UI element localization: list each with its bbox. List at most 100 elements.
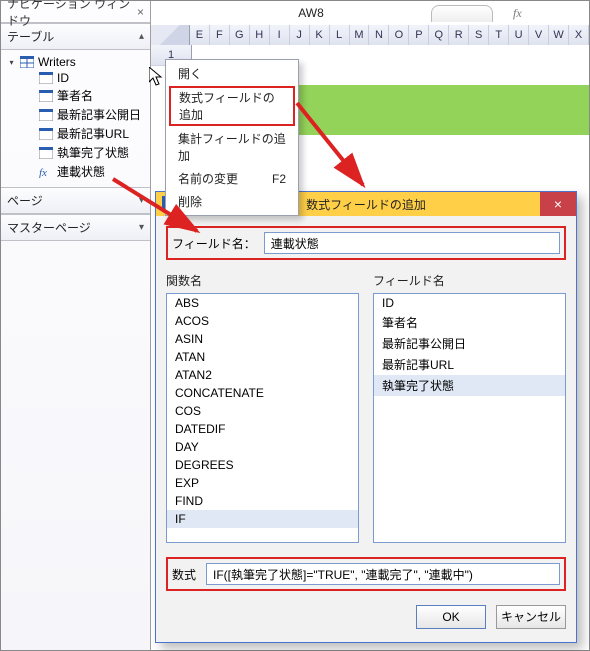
chevron-down-icon: ▾ [139,222,144,233]
col-header[interactable]: M [350,25,370,45]
list-item[interactable]: DAY [167,438,358,456]
formula-bar-tab [431,5,493,22]
col-header[interactable]: Q [429,25,449,45]
col-header[interactable]: F [210,25,230,45]
field-icon [39,147,53,159]
tree-field-url[interactable]: 最新記事URL [5,124,150,143]
col-header[interactable]: J [290,25,310,45]
field-list-col: フィールド名 ID 筆者名 最新記事公開日 最新記事URL 執筆完了状態 [373,272,566,543]
section-pages-label: ページ [7,192,43,209]
dialog-close-button[interactable]: × [540,192,576,216]
list-item[interactable]: CONCATENATE [167,384,358,402]
section-pages[interactable]: ページ ▾ [1,187,150,214]
ctx-add-formula-field[interactable]: 数式フィールドの追加 [169,86,295,126]
tree-field-done[interactable]: 執筆完了状態 [5,143,150,162]
svg-text:fx: fx [39,167,47,178]
nav-panel-title-bar: ナビゲーション ウィンドウ × [1,1,150,23]
ctx-add-aggregate-field[interactable]: 集計フィールドの追加 [168,127,296,167]
dialog-body: フィールド名： 関数名 ABS ACOS ASIN ATAN ATAN2 CON… [156,216,576,642]
section-tables-label: テーブル [7,28,54,45]
col-header[interactable]: G [230,25,250,45]
cancel-button[interactable]: キャンセル [496,605,566,629]
field-name-input[interactable] [264,232,560,254]
ctx-open[interactable]: 開く [168,62,296,85]
ok-button[interactable]: OK [416,605,486,629]
col-header[interactable]: N [369,25,389,45]
tree-field-author[interactable]: 筆者名 [5,86,150,105]
ctx-rename[interactable]: 名前の変更 F2 [168,167,296,190]
col-header[interactable]: T [489,25,509,45]
fx-icon[interactable]: fx [513,6,522,21]
table-icon [20,56,34,68]
list-item[interactable]: IF [167,510,358,528]
ctx-delete[interactable]: 削除 [168,190,296,213]
list-item[interactable]: ATAN2 [167,366,358,384]
chevron-up-icon: ▴ [139,31,144,42]
list-item[interactable]: DEGREES [167,456,358,474]
col-header[interactable]: E [190,25,210,45]
tree-field-pubdate[interactable]: 最新記事公開日 [5,105,150,124]
tree-field-id[interactable]: ID [5,70,150,86]
chevron-down-icon: ▾ [139,195,144,206]
list-item[interactable]: DATEDIF [167,420,358,438]
ctx-item-shortcut: F2 [272,172,286,186]
tables-tree: ▾ Writers ID 筆者名 [1,50,150,187]
dialog-title: 数式フィールドの追加 [306,196,426,213]
col-header[interactable]: R [449,25,469,45]
col-header[interactable]: O [389,25,409,45]
col-header[interactable]: K [310,25,330,45]
ctx-item-label: 開く [178,65,202,82]
list-item[interactable]: ID [374,294,565,312]
section-master[interactable]: マスターページ ▾ [1,214,150,241]
tree-field-label: 最新記事公開日 [57,106,141,123]
col-header[interactable]: I [270,25,290,45]
add-formula-field-dialog: 数式フィールドの追加 × フィールド名： 関数名 ABS ACOS ASIN A… [155,191,577,643]
list-item[interactable]: 筆者名 [374,312,565,333]
nav-panel-close-icon[interactable]: × [137,5,144,19]
formula-input[interactable] [206,563,560,585]
tree-node-writers[interactable]: ▾ Writers [5,54,150,70]
list-item[interactable]: COS [167,402,358,420]
navigation-panel: ナビゲーション ウィンドウ × テーブル ▴ ▾ Writers ID [1,1,151,650]
formula-row: 数式 [166,557,566,591]
col-header[interactable]: P [409,25,429,45]
tree-field-label: ID [57,71,69,85]
function-list[interactable]: ABS ACOS ASIN ATAN ATAN2 CONCATENATE COS… [166,293,359,543]
list-item[interactable]: FIND [167,492,358,510]
list-item[interactable]: 執筆完了状態 [374,375,565,396]
list-item[interactable]: ACOS [167,312,358,330]
field-list[interactable]: ID 筆者名 最新記事公開日 最新記事URL 執筆完了状態 [373,293,566,543]
field-icon [39,128,53,140]
col-header[interactable]: V [529,25,549,45]
list-item[interactable]: EXP [167,474,358,492]
field-icon [39,90,53,102]
col-header[interactable]: L [330,25,350,45]
list-item[interactable]: ABS [167,294,358,312]
formula-bar: AW8 fx [151,1,589,26]
select-all-corner[interactable] [151,25,190,45]
list-item[interactable]: ASIN [167,330,358,348]
formula-label: 数式 [172,566,196,583]
list-item[interactable]: 最新記事URL [374,354,565,375]
list-item[interactable]: 最新記事公開日 [374,333,565,354]
col-header[interactable]: U [509,25,529,45]
field-list-label: フィールド名 [373,272,566,289]
col-header[interactable]: X [569,25,589,45]
tree-field-formula[interactable]: fx 連載状態 [5,162,150,181]
ctx-item-label: 数式フィールドの追加 [179,89,285,123]
tree-field-label: 筆者名 [57,87,93,104]
tree-collapse-icon[interactable]: ▾ [7,58,16,67]
tree-field-label: 連載状態 [57,163,105,180]
lists-row: 関数名 ABS ACOS ASIN ATAN ATAN2 CONCATENATE… [166,272,566,543]
col-header[interactable]: H [250,25,270,45]
function-list-col: 関数名 ABS ACOS ASIN ATAN ATAN2 CONCATENATE… [166,272,359,543]
list-item[interactable]: ATAN [167,348,358,366]
mouse-cursor-icon [149,67,165,90]
fx-icon: fx [39,166,53,178]
col-header[interactable]: W [549,25,569,45]
field-name-row: フィールド名： [166,226,566,260]
field-name-label: フィールド名： [172,235,256,252]
ctx-item-label: 削除 [178,193,202,210]
tree-field-label: 執筆完了状態 [57,144,129,161]
col-header[interactable]: S [469,25,489,45]
